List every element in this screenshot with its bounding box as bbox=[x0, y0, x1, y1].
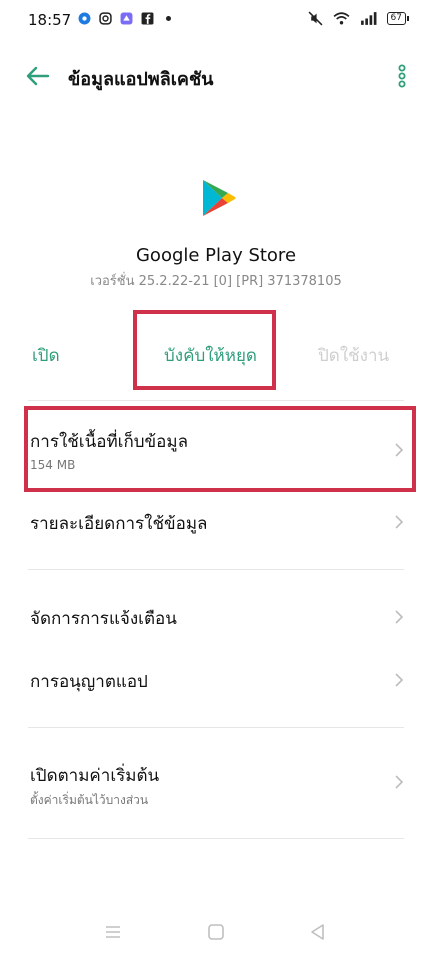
notification-icons bbox=[78, 12, 175, 25]
storage-highlight bbox=[24, 406, 416, 492]
open-by-default-title: เปิดตามค่าเริ่มต้น bbox=[30, 766, 160, 786]
home-icon[interactable] bbox=[206, 922, 226, 942]
page-title: ข้อมูลแอปพลิเคชัน bbox=[68, 69, 214, 90]
play-store-icon bbox=[203, 180, 236, 216]
permissions-row[interactable]: การอนุญาตแอป bbox=[0, 652, 432, 708]
app-bar: ข้อมูลแอปพลิเคชัน bbox=[0, 54, 432, 98]
signal-icon bbox=[360, 12, 377, 25]
app-name: Google Play Store bbox=[135, 245, 297, 266]
chevron-right-icon bbox=[395, 775, 404, 789]
notifications-row[interactable]: จัดการการแจ้งเตือน bbox=[0, 590, 432, 646]
chevron-right-icon bbox=[395, 515, 404, 529]
instagram-icon bbox=[99, 12, 112, 25]
facebook-icon bbox=[141, 12, 154, 25]
battery-icon: 67 bbox=[386, 12, 410, 25]
permissions-title: การอนุญาตแอป bbox=[30, 672, 148, 692]
system-icons: 67 bbox=[308, 11, 410, 26]
back-triangle-icon[interactable] bbox=[308, 922, 328, 942]
divider bbox=[28, 569, 404, 570]
data-usage-title: รายละเอียดการใช้ข้อมูล bbox=[30, 514, 208, 534]
divider bbox=[28, 400, 404, 401]
chevron-right-icon bbox=[395, 673, 404, 687]
divider bbox=[28, 727, 404, 728]
divider bbox=[28, 838, 404, 839]
navigation-bar bbox=[0, 910, 432, 960]
open-button[interactable]: เปิด bbox=[32, 342, 60, 369]
notifications-title: จัดการการแจ้งเตือน bbox=[30, 609, 177, 629]
app-version: เวอร์ชั่น 25.2.22-21 [0] [PR] 371378105 bbox=[90, 274, 342, 289]
status-time: 18:57 bbox=[28, 11, 72, 29]
open-by-default-row[interactable]: เปิดตามค่าเริ่มต้น ตั้งค่าเริ่มต้นไว้บาง… bbox=[0, 748, 432, 820]
disable-button[interactable]: ปิดใช้งาน bbox=[318, 342, 389, 369]
mute-icon bbox=[308, 11, 323, 26]
chevron-right-icon bbox=[395, 610, 404, 624]
data-usage-row[interactable]: รายละเอียดการใช้ข้อมูล bbox=[0, 496, 432, 552]
wifi-icon bbox=[333, 12, 350, 25]
force-stop-highlight bbox=[133, 310, 276, 390]
back-arrow-icon[interactable] bbox=[24, 64, 52, 88]
dot-icon bbox=[166, 16, 171, 21]
menu-icon[interactable] bbox=[103, 922, 123, 942]
more-vert-icon[interactable] bbox=[394, 64, 410, 88]
messenger-icon bbox=[78, 12, 91, 25]
status-bar: 18:57 67 bbox=[0, 0, 432, 40]
app-icon bbox=[120, 12, 133, 25]
open-by-default-subtitle: ตั้งค่าเริ่มต้นไว้บางส่วน bbox=[30, 793, 149, 807]
